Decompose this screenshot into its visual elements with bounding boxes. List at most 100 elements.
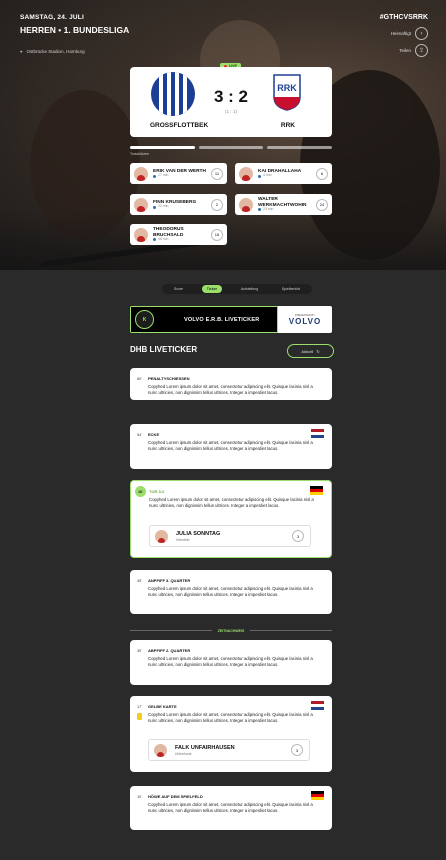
location-pin-icon: ⌖ — [20, 49, 23, 54]
player-name: JULIA SONNTAG — [176, 530, 221, 537]
avatar — [239, 166, 253, 181]
sponsor-banner[interactable]: K VOLVO E.R.B. LIVETICKER PRESENTED BY V… — [130, 306, 332, 333]
home-link-label: Heimaftigt — [390, 31, 411, 36]
avatar — [154, 743, 167, 757]
jersey-number: 6 — [316, 167, 328, 180]
event-minute: 48' — [135, 486, 146, 497]
refresh-icon: ↻ — [316, 348, 320, 354]
germany-flag-icon — [311, 791, 324, 800]
ball-icon — [258, 174, 261, 178]
netherlands-flag-icon — [311, 429, 324, 438]
scorer-minute: 48 min — [153, 237, 211, 242]
event-minute: 30' — [137, 648, 142, 653]
share-icon[interactable]: ⇪ — [415, 44, 428, 57]
venue: ⌖ Ostbrücke Stadion, Hamburg — [20, 49, 85, 54]
yellow-card-icon — [137, 713, 142, 720]
tab-report[interactable]: Spielbericht — [277, 285, 305, 293]
tab-ticker[interactable]: Ticker — [201, 285, 222, 293]
event-title: ECKE — [148, 432, 160, 437]
share-label: Teilen — [399, 48, 411, 53]
hero-banner: SAMSTAG, 24. JULI HERREN • 1. BUNDESLIGA… — [0, 0, 446, 270]
player-club: Heimfeld — [176, 537, 190, 542]
topbar: SAMSTAG, 24. JULI HERREN • 1. BUNDESLIGA… — [20, 14, 428, 40]
scorer-card[interactable]: KAI DRAHALLAHA 4 min 6 — [235, 163, 332, 184]
avatar — [134, 166, 148, 181]
avatar — [239, 197, 253, 212]
ticker-event[interactable]: 45' ANPFIFF 3. QUARTER Copyhed Lorem ips… — [130, 570, 332, 614]
page: SAMSTAG, 24. JULI HERREN • 1. BUNDESLIGA… — [0, 0, 446, 860]
ticker-event[interactable]: 30' ABPFIFF 2. QUARTER Copyhed Lorem ips… — [130, 640, 332, 685]
player-name: FALK UNFAIRHAUSEN — [175, 744, 235, 751]
pagination-segment[interactable] — [198, 146, 264, 149]
score-card[interactable]: RRK 3 : 2 (1 : 1) GROSSFLOTTBEK RRK — [130, 67, 332, 137]
away-team-name: RRK — [280, 122, 295, 129]
arrow-right-icon[interactable]: › — [415, 27, 428, 40]
event-minute: 10' — [137, 794, 142, 799]
scorer-card[interactable]: ERIK VAN DER WERTH 17 min 11 — [130, 163, 227, 184]
scorer-minute: 4 min — [258, 173, 316, 178]
avatar — [134, 197, 148, 212]
event-minute: 17' — [137, 704, 142, 709]
share-control[interactable]: Teilen ⇪ — [399, 44, 428, 57]
pagination-segment[interactable] — [130, 146, 195, 149]
scorers-label: Torschützen — [130, 152, 149, 156]
player-club: Uhlenhorst — [175, 751, 192, 756]
ticker-event[interactable]: 10' HÖWE AUF DEM SPIELFELD Copyhed Lorem… — [130, 786, 332, 830]
ticker-event-goal[interactable]: 48' TOR 3:2 Copyhed Lorem ipsum dolor si… — [130, 480, 332, 558]
halftime-score: (1 : 1) — [225, 109, 237, 114]
event-title: PENALTYSCHIESSEN — [148, 376, 190, 381]
event-minute: 60' — [137, 376, 142, 381]
jersey-number: 2 — [211, 198, 223, 211]
score-pagination[interactable] — [130, 146, 333, 149]
scorer-card[interactable]: THEODORUS BRUCHSALD 48 min 16 — [130, 224, 227, 245]
event-text: Copyhed Lorem ipsum dolor sit amet, cons… — [148, 802, 313, 813]
ball-icon — [258, 208, 261, 212]
jersey-number: 11 — [211, 167, 223, 180]
event-minute: 45' — [137, 578, 142, 583]
volvo-logo: VOLVO — [288, 316, 322, 326]
filter-button[interactable]: Aktuell ↻ — [287, 344, 334, 358]
event-title: ABPFIFF 2. QUARTER — [148, 648, 191, 653]
scorer-minute: 17 min — [153, 173, 211, 178]
avatar — [134, 227, 148, 242]
ball-icon — [153, 238, 156, 242]
scorer-minute: 23 min — [258, 207, 316, 212]
ball-icon — [153, 205, 156, 209]
tab-score[interactable]: Score — [169, 285, 188, 293]
scorer-card[interactable]: WALTER WERKMACHTWOHIN 23 min 24 — [235, 194, 332, 215]
jersey-number: 24 — [316, 198, 328, 211]
ticker-event-yellow-card[interactable]: 17' GELBE KARTE Copyhed Lorem ipsum dolo… — [130, 696, 332, 772]
event-minute: 54' — [137, 432, 142, 437]
jersey-number: 3 — [291, 744, 303, 756]
jersey-number: 3 — [292, 530, 304, 542]
tab-lineup[interactable]: Aufstellung — [236, 285, 263, 293]
time-divider: ZEITNACHWEIS — [130, 628, 332, 633]
avatar — [155, 529, 168, 543]
ball-icon — [153, 174, 156, 178]
player-card[interactable]: JULIA SONNTAG Heimfeld 3 — [149, 525, 311, 547]
ticker-event[interactable]: 54' ECKE Copyhed Lorem ipsum dolor sit a… — [130, 424, 332, 469]
event-text: Copyhed Lorem ipsum dolor sit amet, cons… — [148, 656, 313, 667]
event-title: ANPFIFF 3. QUARTER — [148, 578, 191, 583]
league-title: HERREN • 1. BUNDESLIGA — [20, 25, 130, 35]
section-tabs: Score Ticker Aufstellung Spielbericht — [162, 284, 312, 294]
filter-label: Aktuell — [301, 348, 314, 354]
event-title: TOR 3:2 — [149, 489, 165, 494]
event-text: Copyhed Lorem ipsum dolor sit amet, cons… — [148, 440, 313, 451]
home-link[interactable]: Heimaftigt › — [380, 27, 428, 40]
pagination-segment[interactable] — [267, 146, 333, 149]
event-title: HÖWE AUF DEM SPIELFELD — [148, 794, 203, 799]
player-card[interactable]: FALK UNFAIRHAUSEN Uhlenhorst 3 — [148, 739, 310, 761]
venue-label: Ostbrücke Stadion, Hamburg — [26, 49, 85, 54]
sponsor-brand: PRESENTED BY VOLVO — [278, 306, 332, 333]
home-team-name: GROSSFLOTTBEK — [150, 122, 209, 129]
sponsor-logo-icon: K — [135, 310, 154, 329]
scorer-minute: 22 min — [153, 204, 211, 209]
divider-label: ZEITNACHWEIS — [217, 628, 245, 633]
ticker-event[interactable]: 60' PENALTYSCHIESSEN Copyhed Lorem ipsum… — [130, 368, 332, 400]
event-text: Copyhed Lorem ipsum dolor sit amet, cons… — [148, 586, 313, 597]
scorer-card[interactable]: FINN KRUSEBERG 22 min 2 — [130, 194, 227, 215]
ticker-title: DHB LIVETICKER — [130, 345, 198, 354]
event-text: Copyhed Lorem ipsum dolor sit amet, cons… — [148, 712, 313, 723]
jersey-number: 16 — [211, 228, 223, 241]
